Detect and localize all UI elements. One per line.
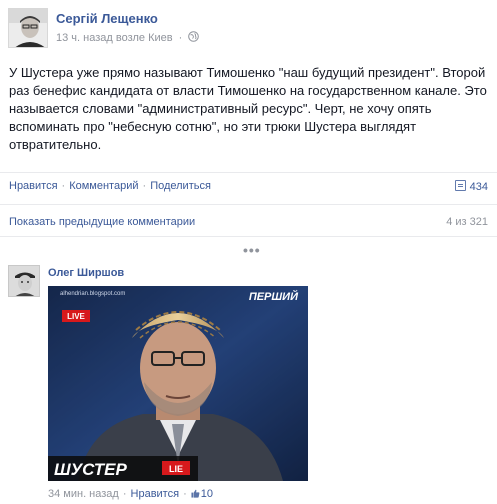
more-ellipsis[interactable]: •••: [243, 242, 261, 258]
comment-count[interactable]: 434: [454, 180, 488, 193]
channel-logo: ПЕРШИЙ: [249, 290, 299, 303]
show-logo: ШУСТЕР: [54, 460, 128, 479]
comment-footer: 34 мин. назад · Нравится · 10: [48, 488, 213, 500]
comment-likes-count[interactable]: 10: [191, 488, 213, 500]
previous-comments-bar: Показать предыдущие комментарии 4 из 321: [0, 208, 497, 236]
show-previous-comments-link[interactable]: Показать предыдущие комментарии: [9, 216, 195, 228]
globe-icon: [188, 31, 200, 44]
meta-separator: ·: [178, 32, 183, 44]
live-badge: LIVE: [67, 312, 85, 321]
watermark-text: alhendrian.blogspot.com: [60, 291, 125, 297]
footer-separator: ·: [122, 488, 127, 500]
post-text: У Шустера уже прямо называют Тимошенко "…: [9, 65, 487, 152]
post-meta: 13 ч. назад возле Киев ·: [56, 31, 200, 44]
post-header: Сергій Лещенко 13 ч. назад возле Киев ·: [0, 0, 497, 56]
post-author-name[interactable]: Сергій Лещенко: [56, 11, 158, 26]
comment-like-link[interactable]: Нравится: [131, 488, 180, 500]
show-badge: LIE: [169, 464, 183, 474]
divider: [0, 172, 497, 173]
divider: [0, 236, 497, 237]
comment-link[interactable]: Комментарий: [69, 180, 138, 192]
commenter-avatar[interactable]: [8, 265, 40, 297]
share-link[interactable]: Поделиться: [150, 180, 211, 192]
comment-count-value: 434: [469, 181, 488, 193]
previous-comments-count: 4 из 321: [446, 216, 488, 228]
tv-screenshot-image: alhendrian.blogspot.com LIVE ПЕРШИЙ ШУСТ…: [48, 286, 308, 481]
post-actions: Нравится · Комментарий · Поделиться: [9, 180, 211, 192]
author-avatar-image: [9, 9, 47, 47]
divider: [0, 204, 497, 205]
commenter-name[interactable]: Олег Ширшов: [48, 267, 124, 279]
comment-time[interactable]: 34 мин. назад: [48, 488, 119, 500]
commenter-avatar-image: [9, 266, 39, 296]
action-separator: ·: [61, 180, 66, 192]
action-separator: ·: [142, 180, 147, 192]
post-location[interactable]: возле Киев: [116, 32, 173, 44]
like-link[interactable]: Нравится: [9, 180, 58, 192]
comment-photo[interactable]: alhendrian.blogspot.com LIVE ПЕРШИЙ ШУСТ…: [48, 286, 308, 481]
comment-likes-value: 10: [200, 488, 213, 500]
thumbs-up-icon: [191, 489, 200, 498]
footer-separator: ·: [183, 488, 187, 500]
comment-bubble-icon: [454, 180, 466, 191]
author-avatar[interactable]: [8, 8, 48, 48]
post-time[interactable]: 13 ч. назад: [56, 32, 113, 44]
